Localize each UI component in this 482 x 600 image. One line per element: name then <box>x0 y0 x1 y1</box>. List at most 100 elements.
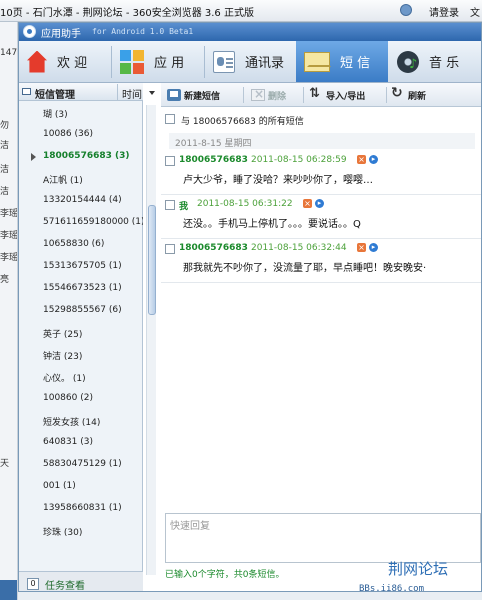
nav-tab-apps[interactable]: 应 用 <box>112 41 204 82</box>
sms-sidebar: 短信管理 瑚 (3) 10086 (36) 18006576683 (3) A江… <box>19 83 143 591</box>
forward-message-icon[interactable]: ▸ <box>369 243 378 252</box>
background-text: 亮 <box>0 275 10 285</box>
message-time: 2011-08-15 06:32:44 <box>251 243 347 253</box>
nav-tab-sms[interactable]: 短 信 <box>296 41 388 82</box>
nav-tab-label: 音 乐 <box>429 56 460 71</box>
app-window: 应用助手 for Android 1.0 Beta1 欢 迎 应 用 通讯录 短… <box>18 22 482 592</box>
message-time: 2011-08-15 06:31:22 <box>197 199 293 209</box>
message-sender: 我 <box>179 202 189 212</box>
delete-icon <box>251 87 265 101</box>
user-icon[interactable] <box>400 4 412 16</box>
delete-button[interactable]: 删除 <box>251 86 286 104</box>
forward-message-icon[interactable]: ▸ <box>315 199 324 208</box>
contact-item[interactable]: 15313675705 (1) <box>19 255 143 277</box>
nav-tab-label: 通讯录 <box>245 56 285 71</box>
background-text: 洁 <box>0 187 10 197</box>
quick-reply-placeholder: 快速回复 <box>170 521 210 532</box>
contact-list-scrollbar[interactable] <box>146 105 156 575</box>
delete-label: 删除 <box>268 91 287 102</box>
nav-tab-contacts[interactable]: 通讯录 <box>205 41 295 82</box>
nav-tab-welcome[interactable]: 欢 迎 <box>19 41 111 82</box>
select-all-checkbox[interactable] <box>165 114 175 124</box>
music-icon <box>397 50 419 73</box>
refresh-icon <box>391 85 405 101</box>
contact-item[interactable]: 58830475129 (1) <box>19 453 143 475</box>
delete-message-icon[interactable]: × <box>357 155 366 164</box>
message-text: 卢大少爷，睡了没哈？来吵吵你了，嘤嘤… <box>183 175 373 186</box>
contact-list: 瑚 (3) 10086 (36) 18006576683 (3) A江帆 (1)… <box>19 101 143 571</box>
nav-tab-label: 短 信 <box>340 56 371 71</box>
contact-item[interactable]: 100860 (2) <box>19 387 143 409</box>
message-text: 那我就先不吵你了，没流量了耶，早点睡吧！晚安晚安· <box>183 263 427 274</box>
login-link[interactable]: 请登录 <box>429 4 459 19</box>
message-checkbox[interactable] <box>165 200 175 210</box>
contact-item[interactable]: 英子 (25) <box>19 321 143 343</box>
sort-dropdown[interactable]: 时间 <box>117 84 161 101</box>
conversation-title: 与 18006576683 的所有短信 <box>181 117 304 127</box>
contact-item[interactable]: 571611659180000 (1) <box>19 211 143 233</box>
message-time: 2011-08-15 06:28:59 <box>251 155 347 165</box>
background-text: 李瑶 <box>0 231 18 241</box>
toolbar-divider <box>303 87 304 103</box>
browser-title: 10页 - 石门水潭 - 荆网论坛 - 360安全浏览器 3.6 正式版 <box>0 8 254 19</box>
import-export-icon <box>309 86 323 101</box>
message-item: 18006576683 2011-08-15 06:28:59 × ▸ 卢大少爷… <box>161 151 481 195</box>
watermark-url: BBs.ii86.com <box>359 584 425 594</box>
message-checkbox[interactable] <box>165 156 175 166</box>
app-logo-icon <box>23 25 36 38</box>
message-item: 18006576683 2011-08-15 06:32:44 × ▸ 那我就先… <box>161 239 481 283</box>
task-view-link[interactable]: 任务查看 <box>45 577 85 591</box>
contact-item[interactable]: 10658830 (6) <box>19 233 143 255</box>
refresh-label: 刷新 <box>408 91 427 102</box>
forward-message-icon[interactable]: ▸ <box>369 155 378 164</box>
quick-reply-input[interactable]: 快速回复 <box>165 513 481 563</box>
browser-title-bar: 10页 - 石门水潭 - 荆网论坛 - 360安全浏览器 3.6 正式版 请登录… <box>0 0 482 22</box>
delete-message-icon[interactable]: × <box>303 199 312 208</box>
contact-item[interactable]: 短发女孩 (14) <box>19 409 143 431</box>
scrollbar-thumb[interactable] <box>148 205 156 315</box>
message-checkbox[interactable] <box>165 244 175 254</box>
contact-item[interactable]: 13958660831 (1) <box>19 497 143 519</box>
contact-item[interactable]: 瑚 (3) <box>19 101 143 123</box>
background-taskbar <box>0 580 17 600</box>
watermark-logo: 荆网论坛 <box>388 560 449 578</box>
delete-message-icon[interactable]: × <box>357 243 366 252</box>
background-text: 李瑶 <box>0 209 18 219</box>
contact-item[interactable]: A江帆 (1) <box>19 167 143 189</box>
new-sms-label: 新建短信 <box>184 91 221 102</box>
app-title: 应用助手 <box>41 29 81 40</box>
contact-item[interactable]: 钟洁 (23) <box>19 343 143 365</box>
background-text: 洁 <box>0 141 10 151</box>
contact-item[interactable]: 珍珠 (30) <box>19 519 143 541</box>
background-text: 洁 <box>0 165 10 175</box>
sidebar-title: 短信管理 <box>35 90 75 101</box>
message-sender: 18006576683 <box>179 243 248 253</box>
browser-menu-text[interactable]: 文 <box>470 4 480 19</box>
task-bar: 0 任务查看 <box>19 571 143 591</box>
background-text: 勿 <box>0 121 10 131</box>
nav-tab-music[interactable]: 音 乐 <box>389 41 481 82</box>
background-text: 天 <box>0 459 10 469</box>
compose-icon <box>167 89 181 101</box>
toolbar-divider <box>243 87 244 103</box>
mail-icon <box>22 88 31 95</box>
conversation-header: 与 18006576683 的所有短信 <box>161 111 481 127</box>
import-export-button[interactable]: 导入/导出 <box>309 86 365 104</box>
refresh-button[interactable]: 刷新 <box>391 85 427 104</box>
contact-item[interactable]: 10086 (36) <box>19 123 143 145</box>
message-text: 还没。。手机马上停机了。。。要说话。。Q <box>183 219 361 230</box>
background-window-sliver: 147 勿 洁 洁 洁 李瑶 李瑶 李瑶 亮 天 <box>0 22 18 600</box>
toolbar-divider <box>386 87 387 103</box>
contact-item[interactable]: 心仪。 (1) <box>19 365 143 387</box>
home-icon <box>27 50 47 73</box>
app-version: for Android 1.0 Beta1 <box>92 27 194 36</box>
contact-item[interactable]: 15546673523 (1) <box>19 277 143 299</box>
character-count-status: 已输入0个字符，共0条短信。 <box>165 570 285 580</box>
new-sms-button[interactable]: 新建短信 <box>167 86 220 104</box>
contact-item[interactable]: 13320154444 (4) <box>19 189 143 211</box>
background-text: 李瑶 <box>0 253 18 263</box>
contact-item[interactable]: 15298855567 (6) <box>19 299 143 321</box>
contact-item-selected[interactable]: 18006576683 (3) <box>19 145 143 167</box>
contact-item[interactable]: 640831 (3) <box>19 431 143 453</box>
contact-item[interactable]: 001 (1) <box>19 475 143 497</box>
